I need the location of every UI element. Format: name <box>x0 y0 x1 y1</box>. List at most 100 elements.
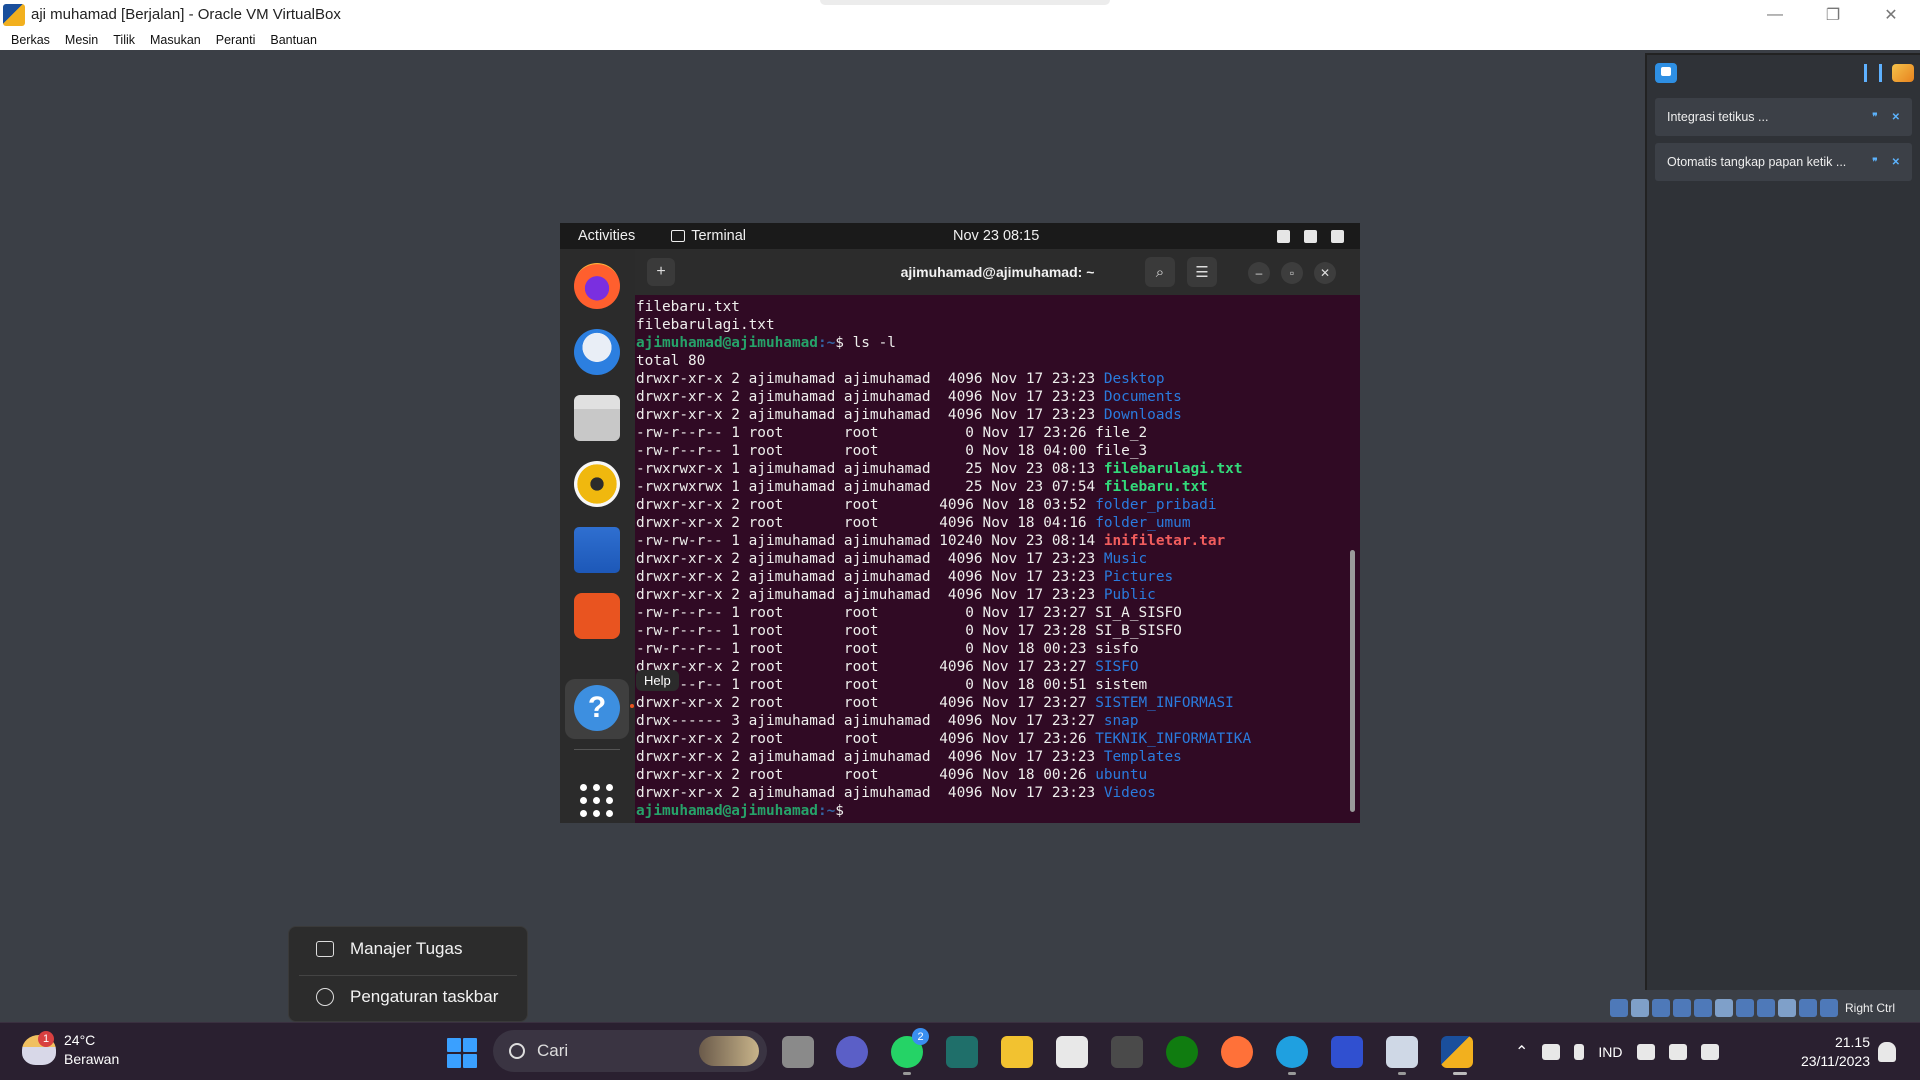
cube-app-icon[interactable] <box>1386 1036 1418 1068</box>
chevron-up-icon[interactable]: ⌃ <box>1515 1042 1528 1062</box>
terminal-output[interactable]: filebaru.txt filebarulagi.txt ajimuhamad@a… <box>635 295 1360 823</box>
prompt-user: ajimuhamad@ajimuhamad <box>636 803 818 819</box>
hard-disk-icon[interactable] <box>1610 999 1628 1017</box>
onedrive-icon[interactable] <box>1542 1044 1561 1060</box>
ai-app-icon[interactable] <box>1331 1036 1363 1068</box>
start-button[interactable] <box>447 1038 477 1068</box>
taskbar-search[interactable]: Cari <box>493 1030 767 1072</box>
show-applications-icon[interactable] <box>580 784 614 818</box>
menu-peranti[interactable]: Peranti <box>216 33 256 47</box>
sort-notifications-icon[interactable] <box>1864 64 1882 82</box>
prompt-command: $ <box>835 803 853 819</box>
minimize-button[interactable]: — <box>1746 0 1804 29</box>
microsoft-store-icon[interactable] <box>1056 1036 1088 1068</box>
app-menu[interactable]: Terminal <box>671 228 746 244</box>
weather-widget[interactable]: 1 24°C Berawan <box>22 1031 119 1069</box>
terminal-line: drwxr-xr-x 2 ajimuhamad ajimuhamad 4096 … <box>636 406 1360 424</box>
rhythmbox-icon[interactable] <box>574 461 620 507</box>
menu-berkas[interactable]: Berkas <box>11 33 50 47</box>
virtualbox-taskbar-icon[interactable] <box>1441 1036 1473 1068</box>
host-key-label: Right Ctrl <box>1845 1001 1896 1015</box>
libreoffice-writer-icon[interactable] <box>574 527 620 573</box>
terminal-scrollbar[interactable] <box>1350 550 1355 812</box>
ls-entry-name: inifiletar.tar <box>1103 533 1226 549</box>
search-icon[interactable]: ⌕ <box>1145 257 1175 287</box>
terminal-window[interactable]: + ajimuhamad@ajimuhamad: ~ ⌕ ☰ – ▫ ✕ fil… <box>635 249 1360 823</box>
active-indicator <box>1453 1072 1467 1075</box>
shared-folders-icon[interactable] <box>1715 999 1733 1017</box>
thunderbird-icon[interactable] <box>574 329 620 375</box>
notification-close-icon[interactable]: ✕ <box>1892 112 1900 123</box>
firefox-icon[interactable] <box>574 263 620 309</box>
help-dock-item[interactable]: ? <box>565 679 629 739</box>
network-icon[interactable] <box>1673 999 1691 1017</box>
task-manager-item[interactable]: Manajer Tugas <box>289 927 527 971</box>
ls-entry-name: ubuntu <box>1095 767 1148 783</box>
terminal-text: filebarulagi.txt <box>636 317 775 333</box>
audio-icon[interactable] <box>1652 999 1670 1017</box>
snap-layout-handle[interactable] <box>820 0 1110 5</box>
usb-icon[interactable] <box>1694 999 1712 1017</box>
prompt-path: :~ <box>817 803 836 819</box>
close-icon[interactable]: ✕ <box>1314 262 1336 284</box>
menu-bantuan[interactable]: Bantuan <box>270 33 317 47</box>
volume-icon[interactable] <box>1668 1044 1687 1060</box>
taskbar-settings-item[interactable]: Pengaturan taskbar <box>289 975 527 1019</box>
edge-icon[interactable] <box>1276 1036 1308 1068</box>
notification-info-icon[interactable]: ❞ <box>1872 157 1877 168</box>
codeblocks-icon[interactable] <box>946 1036 978 1068</box>
activities-button[interactable]: Activities <box>578 228 635 244</box>
language-indicator[interactable]: IND <box>1598 1044 1622 1060</box>
terminal-line: drwxr-xr-x 2 ajimuhamad ajimuhamad 4096 … <box>636 586 1360 604</box>
system-tray: ⌃ IND <box>1515 1023 1719 1080</box>
restore-button[interactable]: ❐ <box>1804 0 1862 29</box>
maximize-icon[interactable]: ▫ <box>1281 262 1303 284</box>
notification-info-icon[interactable]: ❞ <box>1872 112 1877 123</box>
ubuntu-guest-screen: Activities Terminal Nov 23 08:15 ? + aji… <box>560 223 1360 823</box>
system-menu[interactable] <box>1277 229 1344 243</box>
optical-drive-icon[interactable] <box>1631 999 1649 1017</box>
battery-icon[interactable] <box>1700 1044 1719 1060</box>
dismiss-all-icon[interactable] <box>1892 64 1914 82</box>
notification-bell-icon[interactable] <box>1878 1042 1896 1062</box>
ls-entry-name: Music <box>1103 551 1148 567</box>
display-icon[interactable] <box>1736 999 1754 1017</box>
minimize-icon[interactable]: – <box>1248 262 1270 284</box>
menu-masukan[interactable]: Masukan <box>150 33 201 47</box>
top-bar-clock[interactable]: Nov 23 08:15 <box>953 228 1039 244</box>
ls-entry-name: folder_umum <box>1095 515 1191 531</box>
notification-close-icon[interactable]: ✕ <box>1892 157 1900 168</box>
microphone-icon[interactable] <box>1574 1044 1585 1060</box>
file-explorer-icon[interactable] <box>1001 1036 1033 1068</box>
gnome-top-bar: Activities Terminal Nov 23 08:15 <box>560 223 1360 249</box>
ls-entry-name: Pictures <box>1103 569 1174 585</box>
terminal-line: drwxr-xr-x 2 root root 4096 Nov 18 00:26… <box>636 766 1360 784</box>
recording-icon[interactable] <box>1757 999 1775 1017</box>
notification-center-icon[interactable] <box>1655 63 1677 83</box>
close-button[interactable]: ✕ <box>1862 0 1920 29</box>
app-center-icon[interactable] <box>574 593 620 639</box>
cpu-icon[interactable] <box>1778 999 1796 1017</box>
xbox-icon[interactable] <box>1166 1036 1198 1068</box>
menu-mesin[interactable]: Mesin <box>65 33 98 47</box>
running-indicator <box>1288 1072 1296 1075</box>
ls-metadata: drwxr-xr-x 2 ajimuhamad ajimuhamad 4096 … <box>636 407 1104 423</box>
taskbar-clock[interactable]: 21.15 23/11/2023 <box>1785 1033 1870 1071</box>
wifi-icon[interactable] <box>1636 1044 1655 1060</box>
whatsapp-icon[interactable]: 2 <box>891 1028 929 1068</box>
task-view-icon[interactable] <box>782 1036 814 1068</box>
terminal-line: filebaru.txt <box>636 298 1360 316</box>
unity-icon[interactable] <box>1111 1036 1143 1068</box>
keyboard-icon[interactable] <box>1820 999 1838 1017</box>
files-icon[interactable] <box>574 395 620 441</box>
notification-mouse-integration[interactable]: Integrasi tetikus ... ❞ ✕ <box>1655 98 1912 136</box>
mouse-integration-icon[interactable] <box>1799 999 1817 1017</box>
terminal-line: -rw-r--r-- 1 root root 0 Nov 18 04:00 fi… <box>636 442 1360 460</box>
firefox-icon[interactable] <box>1221 1036 1253 1068</box>
notification-keyboard-capture[interactable]: Otomatis tangkap papan ketik ... ❞ ✕ <box>1655 143 1912 181</box>
hamburger-menu-icon[interactable]: ☰ <box>1187 257 1217 287</box>
menu-tilik[interactable]: Tilik <box>113 33 135 47</box>
teams-chat-icon[interactable] <box>836 1036 868 1068</box>
virtualbox-menubar: Berkas Mesin Tilik Masukan Peranti Bantu… <box>0 29 1920 50</box>
ubuntu-dock: ? <box>560 249 635 823</box>
